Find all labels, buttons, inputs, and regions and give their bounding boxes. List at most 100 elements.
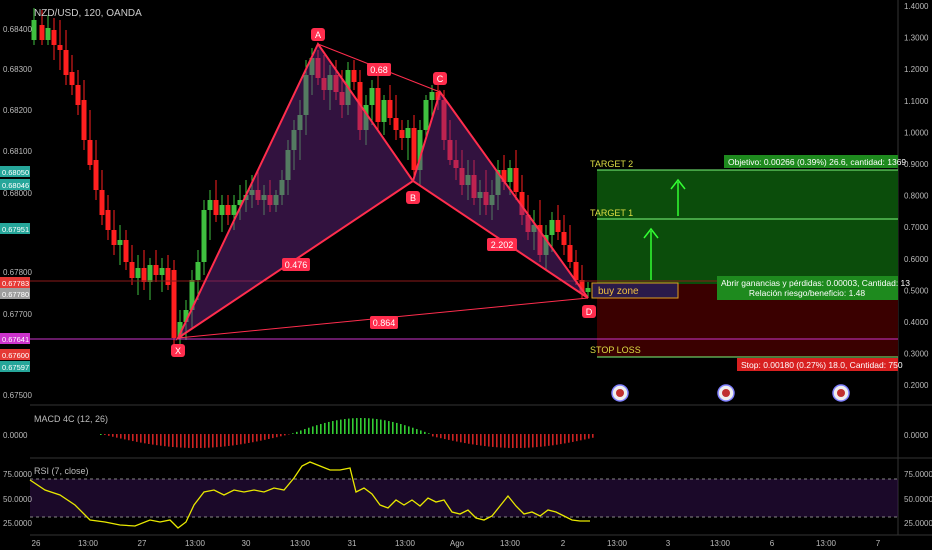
macd-bar <box>492 434 494 447</box>
macd-bar <box>332 421 334 434</box>
price-badge: 0.67597 <box>0 361 30 372</box>
candle <box>93 140 99 200</box>
macd-bar <box>352 418 354 434</box>
macd-bar <box>420 430 422 434</box>
trading-chart[interactable]: X A B C D 0.68 0.476 2.202 0.864 TARGET … <box>0 0 932 550</box>
time-tick: 13:00 <box>395 539 416 548</box>
svg-text:A: A <box>315 30 321 40</box>
macd-bar <box>532 434 534 448</box>
time-tick: 31 <box>348 539 357 548</box>
macd-bar <box>296 431 298 434</box>
macd-bar <box>520 434 522 448</box>
macd-bar <box>204 434 206 448</box>
macd-bar <box>156 434 158 446</box>
macd-bar <box>564 434 566 444</box>
candle <box>81 80 87 150</box>
macd-bar <box>496 434 498 448</box>
macd-bar <box>312 426 314 434</box>
candle <box>141 250 147 290</box>
macd-label: MACD 4C (12, 26) <box>34 414 108 424</box>
right-axis-tick: 0.2000 <box>904 381 929 390</box>
macd-bar <box>236 434 238 445</box>
event-flag-icon[interactable] <box>832 384 850 402</box>
price-tick: 0.67500 <box>3 391 32 400</box>
macd-bar <box>524 434 526 448</box>
macd-bar <box>344 419 346 434</box>
svg-text:D: D <box>586 307 593 317</box>
macd-bar <box>500 434 502 448</box>
macd-bar <box>416 429 418 434</box>
buy-zone-box[interactable]: buy zone <box>591 282 679 299</box>
point-c-label: C <box>433 72 447 85</box>
right-axis-tick: 0.5000 <box>904 286 929 295</box>
macd-bar <box>212 434 214 448</box>
macd-bar <box>452 434 454 441</box>
candle <box>513 150 519 200</box>
macd-bar <box>168 434 170 447</box>
right-axis-tick: 1.3000 <box>904 34 929 43</box>
macd-bar <box>556 434 558 445</box>
macd-bar <box>584 434 586 440</box>
macd-bar <box>504 434 506 448</box>
ratio-ab-label: 0.68 <box>367 63 391 76</box>
macd-bar <box>164 434 166 447</box>
macd-bar <box>184 434 186 448</box>
position-info-box: Abrir ganancias y pérdidas: 0.00003, Can… <box>717 276 910 300</box>
macd-bar <box>412 427 414 434</box>
candle <box>351 60 357 90</box>
time-tick: 13:00 <box>78 539 99 548</box>
macd-bar <box>300 430 302 434</box>
svg-text:B: B <box>410 193 416 203</box>
svg-text:buy zone: buy zone <box>598 286 639 297</box>
macd-bar <box>188 434 190 448</box>
target-zone <box>597 170 898 284</box>
candle <box>63 30 69 85</box>
macd-bar <box>340 419 342 434</box>
candle <box>147 258 153 300</box>
right-axis-tick: 1.1000 <box>904 97 929 106</box>
macd-bar <box>172 434 174 447</box>
candle <box>165 255 171 290</box>
macd-bar <box>480 434 482 446</box>
macd-bar <box>108 434 110 436</box>
event-flag-icon[interactable] <box>611 384 629 402</box>
macd-bar <box>224 434 226 447</box>
macd-bar <box>240 434 242 445</box>
event-flag-icon[interactable] <box>717 384 735 402</box>
point-b-label: B <box>406 191 420 204</box>
macd-bar <box>372 418 374 434</box>
candle <box>201 200 207 275</box>
svg-text:0.67597: 0.67597 <box>2 363 29 372</box>
time-tick: Ago <box>450 539 465 548</box>
svg-text:0.67641: 0.67641 <box>2 335 29 344</box>
macd-bar <box>120 434 122 439</box>
macd-bar <box>200 434 202 448</box>
price-tick: 0.68200 <box>3 106 32 115</box>
ratio-xb-label: 0.476 <box>282 258 310 271</box>
macd-bar <box>348 418 350 434</box>
macd-bar <box>592 434 594 438</box>
macd-bar <box>160 434 162 446</box>
macd-bar <box>308 427 310 434</box>
price-tick: 0.68000 <box>3 189 32 198</box>
time-tick: 6 <box>770 539 775 548</box>
rsi-right-tick: 25.0000 <box>904 519 932 528</box>
macd-bar <box>100 434 102 435</box>
macd-bar <box>356 418 358 434</box>
macd-bar <box>132 434 134 442</box>
rsi-left-tick: 75.0000 <box>3 470 32 479</box>
macd-bar <box>576 434 578 442</box>
right-axis-tick: 1.2000 <box>904 65 929 74</box>
macd-bar <box>544 434 546 447</box>
macd-bar <box>208 434 210 448</box>
macd-bar <box>244 434 246 444</box>
macd-bar <box>232 434 234 446</box>
macd-bar <box>192 434 194 448</box>
macd-bar <box>316 425 318 434</box>
price-tick: 0.68400 <box>3 25 32 34</box>
macd-bar <box>128 434 130 441</box>
candle <box>117 225 123 265</box>
candle <box>405 120 411 160</box>
time-tick: 13:00 <box>710 539 731 548</box>
macd-bar <box>176 434 178 448</box>
